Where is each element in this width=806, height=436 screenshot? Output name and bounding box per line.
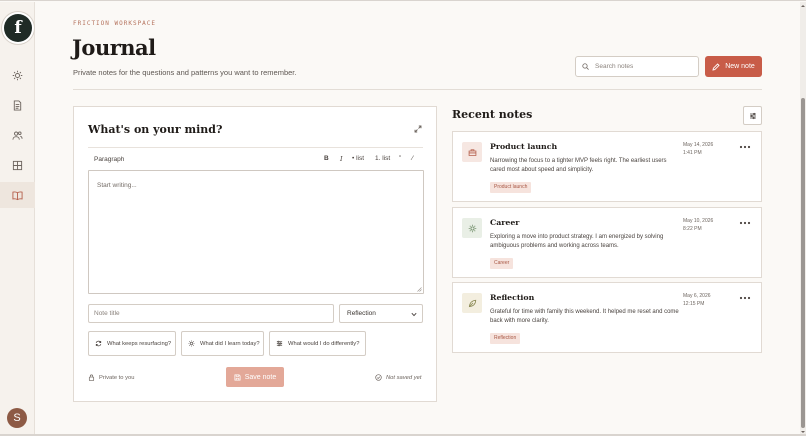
prompt-label: What keeps resurfacing?: [107, 340, 172, 347]
note-card[interactable]: Reflection Grateful for time with family …: [452, 282, 762, 353]
scroll-up-icon[interactable]: [801, 4, 805, 8]
bold-button[interactable]: B: [324, 155, 329, 162]
leaf-icon: [468, 299, 476, 307]
numbered-list-button[interactable]: 1. list: [375, 155, 390, 162]
nav-people[interactable]: [0, 122, 35, 148]
prompt-label: What would I do differently?: [288, 340, 360, 347]
expand-icon[interactable]: [414, 125, 422, 133]
nav-grid[interactable]: [0, 152, 35, 178]
note-icon-tile: [462, 142, 482, 162]
more-options-icon[interactable]: [739, 221, 751, 225]
save-status-label: Not saved yet: [386, 374, 422, 381]
resize-handle-icon[interactable]: [417, 287, 422, 292]
note-title-input[interactable]: [88, 304, 334, 323]
note-date: May 10, 2026: [683, 218, 714, 224]
save-note-button[interactable]: Save note: [226, 367, 284, 387]
avatar[interactable]: S: [7, 408, 27, 428]
save-status: Not saved yet: [375, 374, 421, 381]
page-title: Journal: [72, 35, 156, 60]
sliders-icon: [276, 340, 283, 347]
document-icon: [13, 99, 22, 111]
prompt-resurfacing[interactable]: What keeps resurfacing?: [88, 331, 176, 356]
prompt-label: What did I learn today?: [200, 340, 260, 347]
filter-icon: [749, 112, 756, 119]
search-box[interactable]: [575, 56, 699, 77]
prompt-differently[interactable]: What would I do differently?: [269, 331, 366, 356]
note-title[interactable]: Product launch: [490, 142, 557, 151]
more-options-icon[interactable]: [739, 145, 751, 149]
note-timestamp: May 10, 2026 8:22 PM: [683, 217, 713, 233]
privacy-label: Private to you: [99, 374, 135, 381]
eyebrow: FRICTION WORKSPACE: [73, 20, 157, 27]
note-timestamp: May 6, 2026 12:15 PM: [683, 292, 711, 308]
search-input[interactable]: [595, 63, 690, 70]
note-time: 8:22 PM: [683, 226, 702, 232]
format-select[interactable]: Paragraph: [94, 156, 124, 163]
header-divider: [73, 89, 762, 90]
briefcase-icon: [468, 148, 476, 156]
note-time: 1:41 PM: [683, 150, 702, 156]
note-tag[interactable]: Product launch: [490, 182, 532, 193]
quote-button[interactable]: ”: [399, 155, 401, 162]
check-circle-icon: [375, 374, 382, 381]
more-options-icon[interactable]: [739, 296, 751, 300]
note-card[interactable]: Product launch Narrowing the focus to a t…: [452, 131, 762, 202]
sun-icon: [468, 224, 476, 232]
pencil-icon: [712, 62, 720, 71]
nav-journal[interactable]: [0, 182, 35, 208]
new-note-label: New note: [725, 63, 755, 70]
chevron-down-icon: [411, 312, 417, 317]
note-icon-tile: [462, 293, 482, 313]
note-time: 12:15 PM: [683, 301, 705, 307]
italic-button[interactable]: I: [340, 155, 343, 163]
composer-title: What's on your mind?: [88, 123, 223, 136]
nav-dashboard[interactable]: [0, 62, 35, 88]
note-card[interactable]: Career Exploring a move into product stra…: [452, 207, 762, 278]
note-composer: What's on your mind? Paragraph B I • lis…: [73, 106, 437, 402]
logo[interactable]: f: [4, 14, 32, 42]
app-frame: f S FRICTION WORKSPACE Journal Private n…: [0, 0, 806, 436]
lock-icon: [88, 374, 95, 381]
prompt-learned[interactable]: What did I learn today?: [181, 331, 264, 356]
people-icon: [12, 130, 23, 140]
note-title[interactable]: Reflection: [490, 293, 534, 302]
privacy-indicator: Private to you: [88, 374, 134, 381]
toolbar-divider: [88, 147, 423, 148]
category-select[interactable]: Reflection: [339, 304, 423, 323]
sun-icon: [12, 70, 23, 80]
note-date: May 6, 2026: [683, 293, 711, 299]
note-date: May 14, 2026: [683, 142, 714, 148]
book-icon: [12, 190, 23, 200]
sun-icon: [188, 340, 195, 347]
note-editor[interactable]: Start writing...: [88, 170, 424, 294]
grid-icon: [12, 160, 23, 170]
search-icon: [582, 63, 589, 70]
new-note-button[interactable]: New note: [705, 56, 762, 77]
bullet-list-button[interactable]: • list: [352, 155, 364, 162]
editor-placeholder: Start writing...: [97, 182, 137, 189]
page-subtitle: Private notes for the questions and patt…: [73, 68, 297, 77]
save-label: Save note: [244, 373, 277, 381]
category-value: Reflection: [347, 310, 376, 317]
scrollbar-thumb[interactable]: [801, 98, 805, 428]
recent-notes-title: Recent notes: [452, 108, 533, 121]
note-excerpt: Exploring a move into product strategy. …: [490, 234, 664, 249]
note-excerpt: Grateful for time with family this weeke…: [490, 309, 679, 324]
note-tag[interactable]: Career: [490, 258, 514, 269]
refresh-icon: [95, 340, 102, 347]
note-excerpt: Narrowing the focus to a tighter MVP fee…: [490, 158, 667, 173]
nav-documents[interactable]: [0, 92, 35, 118]
note-title[interactable]: Career: [490, 218, 519, 227]
save-icon: [234, 374, 241, 380]
filter-button[interactable]: [743, 106, 762, 125]
link-button[interactable]: ⁄: [412, 155, 413, 162]
note-icon-tile: [462, 218, 482, 238]
note-timestamp: May 14, 2026 1:41 PM: [683, 141, 713, 157]
sidebar: f S: [0, 2, 35, 435]
note-tag[interactable]: Reflection: [490, 333, 521, 344]
